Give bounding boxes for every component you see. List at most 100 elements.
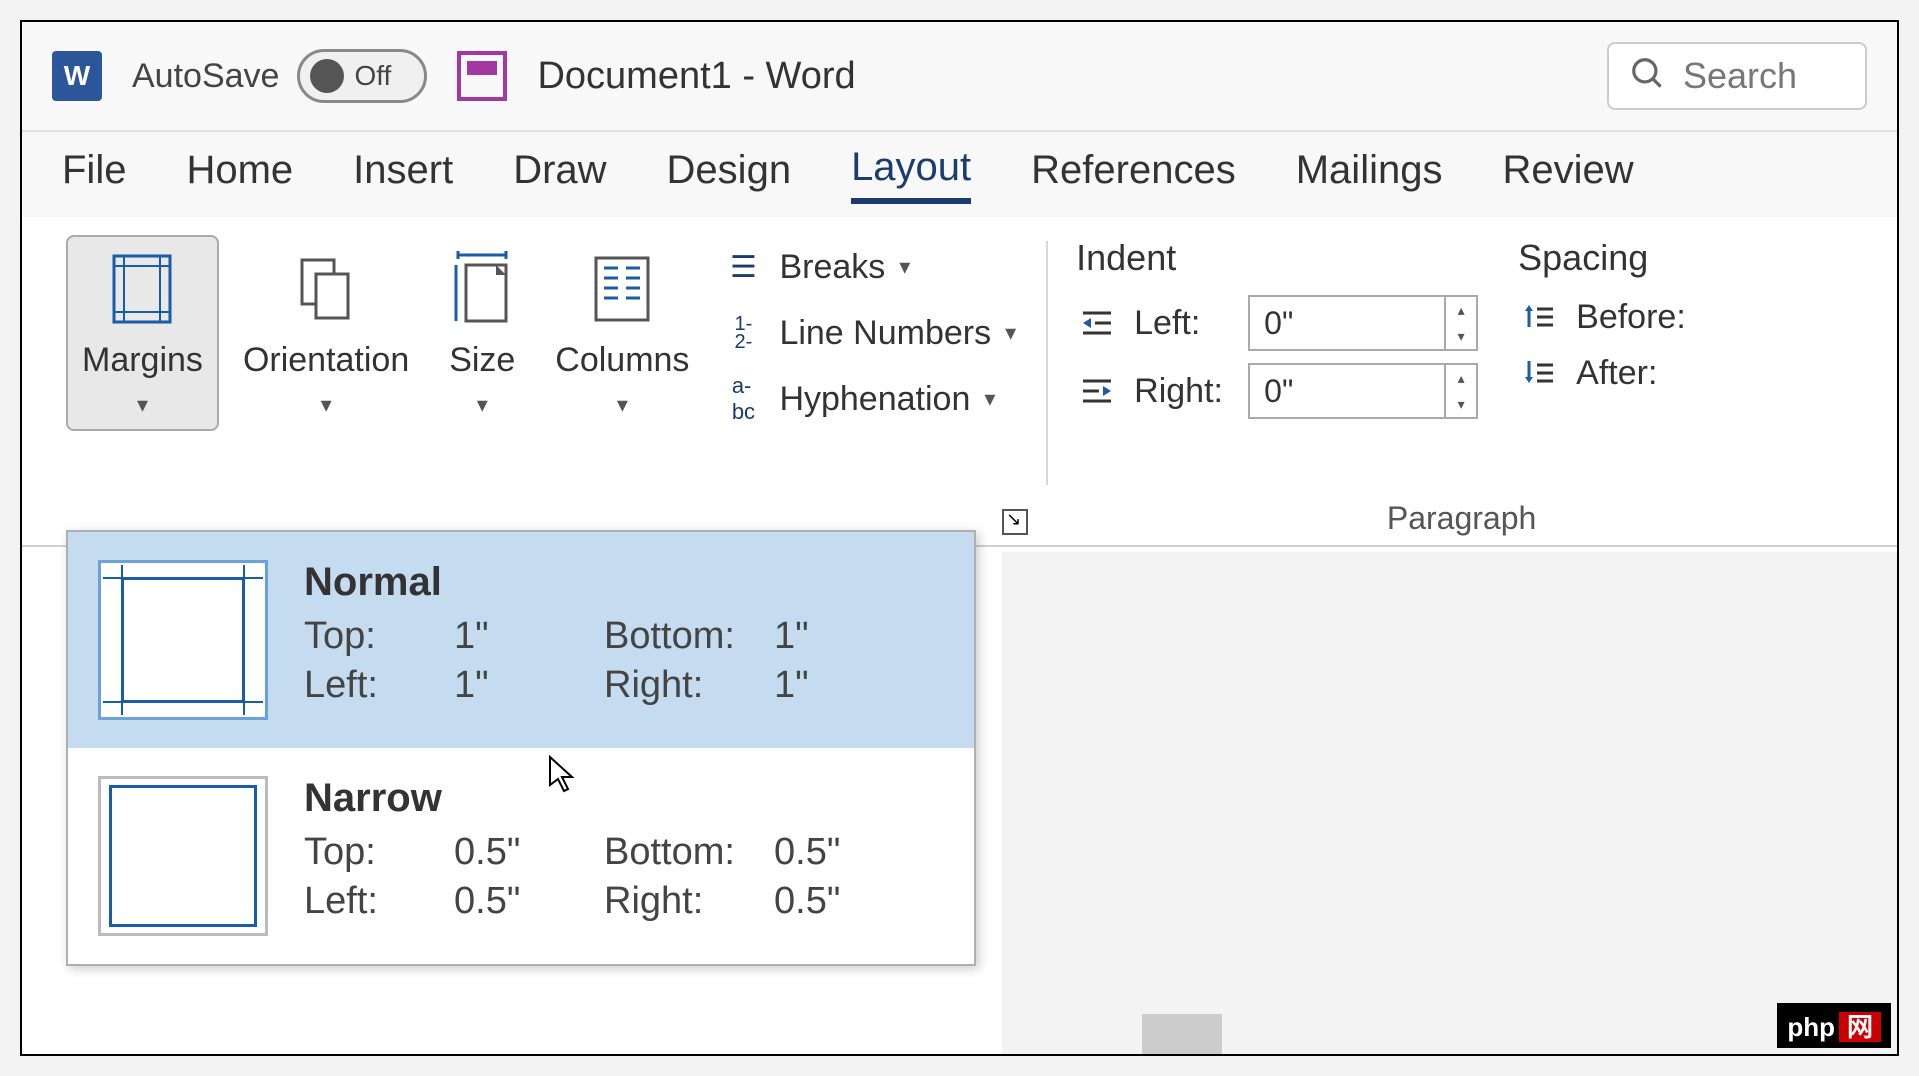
margins-dropdown: Normal Top: 1" Bottom: 1" Left: 1" Right… — [66, 530, 976, 966]
tab-layout[interactable]: Layout — [851, 145, 971, 204]
chevron-down-icon: ▾ — [1005, 320, 1016, 346]
columns-icon — [587, 249, 657, 329]
autosave-state: Off — [354, 60, 391, 92]
bottom-label: Bottom: — [604, 831, 774, 874]
right-value: 1" — [774, 664, 894, 707]
bottom-value: 1" — [774, 615, 894, 658]
toggle-knob-icon — [310, 59, 344, 93]
left-value: 0.5" — [454, 880, 604, 923]
ribbon: Margins ▾ Orientation ▾ Size ▾ — [22, 217, 1897, 547]
watermark-text2: 网 — [1839, 1012, 1881, 1042]
indent-heading: Indent — [1076, 237, 1478, 279]
word-logo-icon: W — [52, 51, 102, 101]
titlebar: W AutoSave Off Document1 - Word Search — [22, 22, 1897, 132]
margins-option-normal[interactable]: Normal Top: 1" Bottom: 1" Left: 1" Right… — [68, 532, 974, 748]
right-label: Right: — [604, 880, 774, 923]
spinner-up[interactable]: ▴ — [1446, 297, 1476, 323]
tab-insert[interactable]: Insert — [353, 148, 453, 201]
hyphenation-button[interactable]: a-bc Hyphenation ▾ — [721, 377, 1016, 421]
margin-option-title: Narrow — [304, 776, 944, 821]
size-button[interactable]: Size ▾ — [433, 235, 531, 431]
orientation-button[interactable]: Orientation ▾ — [229, 235, 423, 431]
paragraph-caption: Paragraph — [1387, 500, 1536, 537]
columns-label: Columns — [555, 341, 689, 380]
paragraph-group: Indent Left: 0" ▴▾ — [1056, 227, 1867, 545]
autosave-toggle[interactable]: Off — [297, 49, 427, 103]
search-input[interactable]: Search — [1607, 42, 1867, 110]
tab-mailings[interactable]: Mailings — [1296, 148, 1443, 201]
search-placeholder: Search — [1683, 55, 1797, 97]
autosave-control[interactable]: AutoSave Off — [132, 49, 427, 103]
spacing-before-label: Before: — [1576, 298, 1676, 337]
margin-option-title: Normal — [304, 560, 944, 605]
orientation-icon — [291, 249, 361, 329]
indent-left-label: Left: — [1134, 304, 1234, 343]
tab-draw[interactable]: Draw — [513, 148, 606, 201]
margins-button[interactable]: Margins ▾ — [66, 235, 219, 431]
watermark-text1: php — [1787, 1012, 1835, 1042]
spinner-down[interactable]: ▾ — [1446, 391, 1476, 417]
line-numbers-label: Line Numbers — [779, 314, 991, 353]
save-icon[interactable] — [457, 51, 507, 101]
tab-references[interactable]: References — [1031, 148, 1236, 201]
tab-file[interactable]: File — [62, 148, 126, 201]
page-setup-dialog-launcher[interactable] — [1002, 509, 1028, 535]
left-value: 1" — [454, 664, 604, 707]
margins-icon — [107, 249, 177, 329]
tab-home[interactable]: Home — [186, 148, 293, 201]
chevron-down-icon: ▾ — [617, 392, 628, 418]
bottom-value: 0.5" — [774, 831, 894, 874]
line-numbers-button[interactable]: 1-2- Line Numbers ▾ — [721, 311, 1016, 355]
document-title: Document1 - Word — [537, 55, 855, 98]
watermark: php网 — [1777, 1003, 1891, 1048]
tab-review[interactable]: Review — [1502, 148, 1633, 201]
spacing-heading: Spacing — [1518, 237, 1676, 279]
chevron-down-icon: ▾ — [321, 392, 332, 418]
spinner-up[interactable]: ▴ — [1446, 365, 1476, 391]
margin-preview-icon — [98, 560, 268, 720]
size-label: Size — [449, 341, 515, 380]
indent-right-value: 0" — [1250, 373, 1444, 410]
spinner-down[interactable]: ▾ — [1446, 323, 1476, 349]
page-setup-group: Margins ▾ Orientation ▾ Size ▾ — [52, 227, 1038, 545]
right-label: Right: — [604, 664, 774, 707]
top-value: 1" — [454, 615, 604, 658]
line-numbers-icon: 1-2- — [721, 311, 765, 355]
autosave-label: AutoSave — [132, 57, 279, 96]
chevron-down-icon: ▾ — [477, 392, 488, 418]
margin-preview-icon — [98, 776, 268, 936]
left-label: Left: — [304, 664, 454, 707]
indent-left-icon — [1076, 301, 1120, 345]
indent-right-label: Right: — [1134, 372, 1234, 411]
chevron-down-icon: ▾ — [899, 254, 910, 280]
margins-option-narrow[interactable]: Narrow Top: 0.5" Bottom: 0.5" Left: 0.5"… — [68, 748, 974, 964]
spacing-before-icon — [1518, 295, 1562, 339]
ribbon-tabs: File Home Insert Draw Design Layout Refe… — [22, 132, 1897, 217]
breaks-icon: ☰ — [721, 245, 765, 289]
group-separator — [1046, 241, 1048, 485]
indent-left-value: 0" — [1250, 305, 1444, 342]
indent-right-spinner[interactable]: 0" ▴▾ — [1248, 363, 1478, 419]
top-label: Top: — [304, 615, 454, 658]
columns-button[interactable]: Columns ▾ — [541, 235, 703, 431]
top-value: 0.5" — [454, 831, 604, 874]
hyphenation-icon: a-bc — [721, 377, 765, 421]
indent-left-spinner[interactable]: 0" ▴▾ — [1248, 295, 1478, 351]
spacing-after-label: After: — [1576, 354, 1676, 393]
spacing-after-icon — [1518, 351, 1562, 395]
top-label: Top: — [304, 831, 454, 874]
breaks-button[interactable]: ☰ Breaks ▾ — [721, 245, 1016, 289]
tab-design[interactable]: Design — [667, 148, 792, 201]
document-area[interactable] — [1002, 552, 1897, 1054]
indent-right-icon — [1076, 369, 1120, 413]
right-value: 0.5" — [774, 880, 894, 923]
breaks-label: Breaks — [779, 248, 885, 287]
orientation-label: Orientation — [243, 341, 409, 380]
chevron-down-icon: ▾ — [984, 386, 995, 412]
hyphenation-label: Hyphenation — [779, 380, 970, 419]
left-label: Left: — [304, 880, 454, 923]
margins-label: Margins — [82, 341, 203, 380]
page-edge — [1142, 1014, 1222, 1054]
search-icon — [1629, 55, 1667, 98]
size-icon — [447, 249, 517, 329]
